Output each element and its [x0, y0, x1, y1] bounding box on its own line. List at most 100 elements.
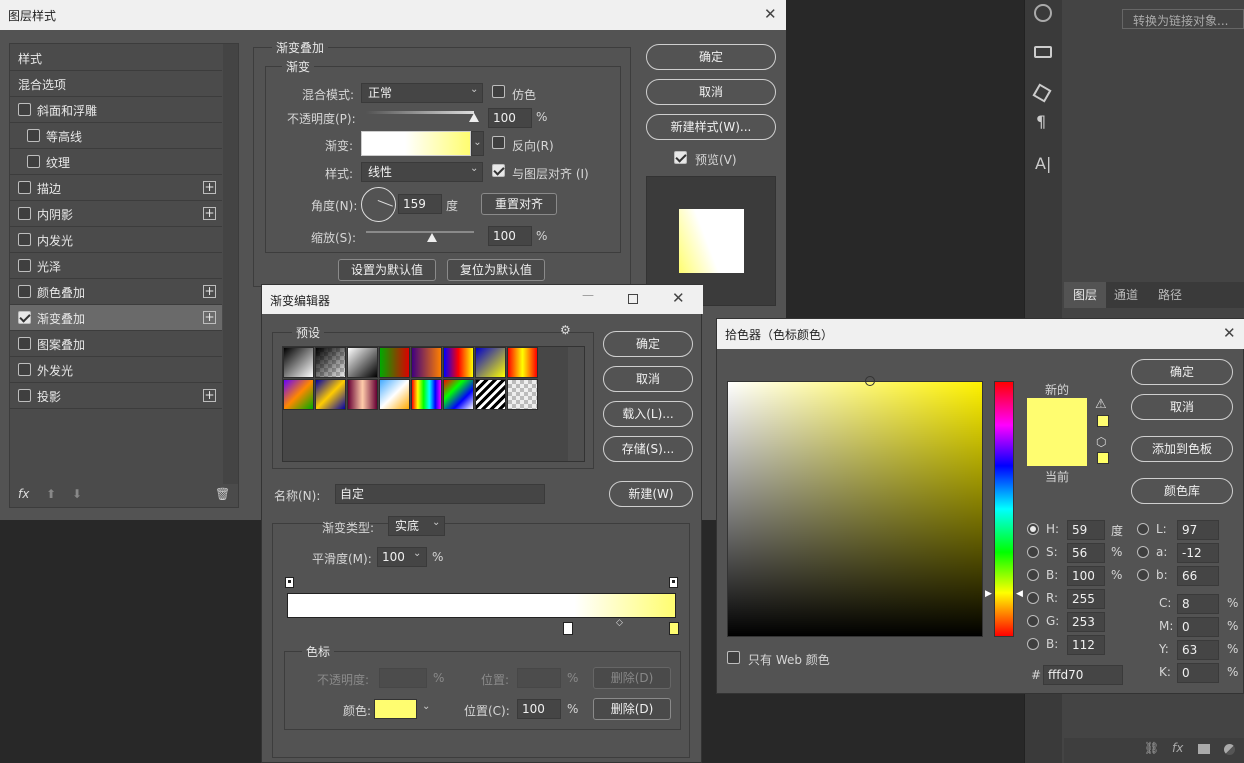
close-icon[interactable]: ✕ — [672, 289, 685, 307]
radio-s[interactable] — [1027, 546, 1039, 558]
style-checkbox[interactable] — [18, 311, 31, 324]
style-checkbox[interactable] — [18, 363, 31, 376]
style-checkbox[interactable] — [18, 233, 31, 246]
tab-layers[interactable]: 图层 — [1064, 282, 1106, 308]
gear-icon[interactable]: ⚙ — [560, 323, 571, 337]
plus-icon[interactable]: + — [203, 311, 216, 324]
dither-checkbox[interactable] — [492, 85, 505, 98]
style-list-item[interactable]: 图案叠加 — [10, 331, 222, 357]
scale-input[interactable]: 100 — [488, 226, 532, 246]
reset-align-button[interactable]: 重置对齐 — [481, 193, 557, 215]
style-checkbox[interactable] — [18, 259, 31, 272]
style-checkbox[interactable] — [18, 285, 31, 298]
color-libraries-button[interactable]: 颜色库 — [1131, 478, 1233, 504]
field-input-s[interactable]: 56 — [1067, 543, 1105, 563]
ok-button[interactable]: 确定 — [646, 44, 776, 70]
cp-cancel-button[interactable]: 取消 — [1131, 394, 1233, 420]
opacity-slider-thumb[interactable] — [469, 113, 479, 122]
hue-slider-right-arrow[interactable]: ◀ — [1016, 589, 1023, 599]
cp-ok-button[interactable]: 确定 — [1131, 359, 1233, 385]
field-input-b[interactable]: 66 — [1177, 566, 1219, 586]
cancel-button[interactable]: 取消 — [646, 79, 776, 105]
preview-checkbox[interactable] — [674, 151, 687, 164]
trash-icon[interactable]: 🗑 — [215, 487, 230, 501]
gear-share-icon[interactable] — [1034, 4, 1052, 22]
save-button[interactable]: 存储(S)... — [603, 436, 693, 462]
stop-position-input[interactable]: 100 — [517, 699, 561, 719]
style-list-item[interactable]: 内发光 — [10, 227, 222, 253]
adjustment-icon[interactable] — [1224, 744, 1235, 755]
angle-input[interactable]: 159 — [398, 194, 442, 214]
close-icon[interactable]: ✕ — [1223, 324, 1236, 342]
paragraph-icon[interactable]: ¶ — [1036, 112, 1046, 131]
minimize-icon[interactable]: — — [582, 288, 594, 302]
radio-lab-l[interactable] — [1137, 523, 1149, 535]
style-list-item[interactable]: 渐变叠加 + — [10, 305, 222, 331]
preset-swatch[interactable] — [347, 347, 378, 378]
style-list-item[interactable]: 样式 — [10, 45, 222, 71]
plus-icon[interactable]: + — [203, 181, 216, 194]
current-color-swatch[interactable] — [1027, 432, 1087, 466]
style-list-item[interactable]: 描边 + — [10, 175, 222, 201]
style-checkbox[interactable] — [18, 389, 31, 402]
style-checkbox[interactable] — [18, 337, 31, 350]
style-list-item[interactable]: 光泽 — [10, 253, 222, 279]
field-input-k[interactable]: 0 — [1177, 663, 1219, 683]
preset-swatch[interactable] — [315, 347, 346, 378]
mask-icon[interactable] — [1198, 744, 1210, 754]
plus-icon[interactable]: + — [203, 285, 216, 298]
gradient-dropdown[interactable]: ⌄ — [471, 131, 484, 156]
style-list-scrollbar[interactable] — [223, 44, 238, 484]
style-list-item[interactable]: 纹理 — [10, 149, 222, 175]
field-input-c[interactable]: 8 — [1177, 594, 1219, 614]
angle-dial[interactable] — [361, 187, 396, 222]
cube-icon[interactable]: ⬡ — [1096, 435, 1106, 449]
convert-link-button[interactable]: 转换为链接对象... — [1122, 9, 1244, 29]
new-gradient-button[interactable]: 新建(W) — [609, 481, 693, 507]
radio-h[interactable] — [1027, 523, 1039, 535]
move-up-icon[interactable]: ⬆ — [46, 487, 56, 501]
new-style-button[interactable]: 新建样式(W)... — [646, 114, 776, 140]
radio-lab-a[interactable] — [1137, 546, 1149, 558]
radio-bb[interactable] — [1027, 638, 1039, 650]
preset-swatch[interactable] — [443, 347, 474, 378]
link-icon[interactable]: ⛓ — [1144, 741, 1159, 755]
style-checkbox[interactable] — [18, 103, 31, 116]
style-select[interactable]: 线性 — [361, 162, 483, 182]
fx-icon[interactable]: fx — [1172, 741, 1183, 755]
field-input-bb[interactable]: 112 — [1067, 635, 1105, 655]
preset-swatch[interactable] — [283, 347, 314, 378]
preset-swatch[interactable] — [411, 347, 442, 378]
web-only-checkbox[interactable] — [727, 651, 740, 664]
style-list-item[interactable]: 混合选项 — [10, 71, 222, 97]
opacity-slider-track[interactable] — [366, 111, 474, 114]
reset-default-button[interactable]: 复位为默认值 — [447, 259, 545, 281]
style-list-item[interactable]: 颜色叠加 + — [10, 279, 222, 305]
field-input-l[interactable]: 97 — [1177, 520, 1219, 540]
name-input[interactable]: 自定 — [335, 484, 545, 504]
stop-color-swatch[interactable] — [374, 699, 417, 719]
gradient-swatch[interactable] — [361, 131, 471, 156]
style-list-item[interactable]: 斜面和浮雕 — [10, 97, 222, 123]
ge-cancel-button[interactable]: 取消 — [603, 366, 693, 392]
opacity-stop-right[interactable] — [669, 577, 678, 588]
field-input-b[interactable]: 100 — [1067, 566, 1105, 586]
field-input-y[interactable]: 63 — [1177, 640, 1219, 660]
saturation-brightness-field[interactable] — [727, 381, 983, 637]
hue-slider[interactable] — [994, 381, 1014, 637]
chevron-down-icon[interactable]: ⌄ — [422, 701, 430, 712]
set-default-button[interactable]: 设置为默认值 — [338, 259, 436, 281]
radio-b[interactable] — [1027, 569, 1039, 581]
style-checkbox[interactable] — [18, 207, 31, 220]
field-input-m[interactable]: 0 — [1177, 617, 1219, 637]
opacity-input[interactable]: 100 — [488, 108, 532, 128]
hue-slider-left-arrow[interactable]: ▶ — [985, 589, 992, 599]
close-icon[interactable]: ✕ — [764, 5, 777, 23]
tab-paths[interactable]: 路径 — [1158, 282, 1182, 308]
load-button[interactable]: 载入(L)... — [603, 401, 693, 427]
tab-channels[interactable]: 通道 — [1114, 282, 1138, 308]
preset-swatch[interactable] — [315, 379, 346, 410]
opacity-stop-left[interactable] — [285, 577, 294, 588]
preset-swatch[interactable] — [475, 347, 506, 378]
style-checkbox[interactable] — [27, 129, 40, 142]
